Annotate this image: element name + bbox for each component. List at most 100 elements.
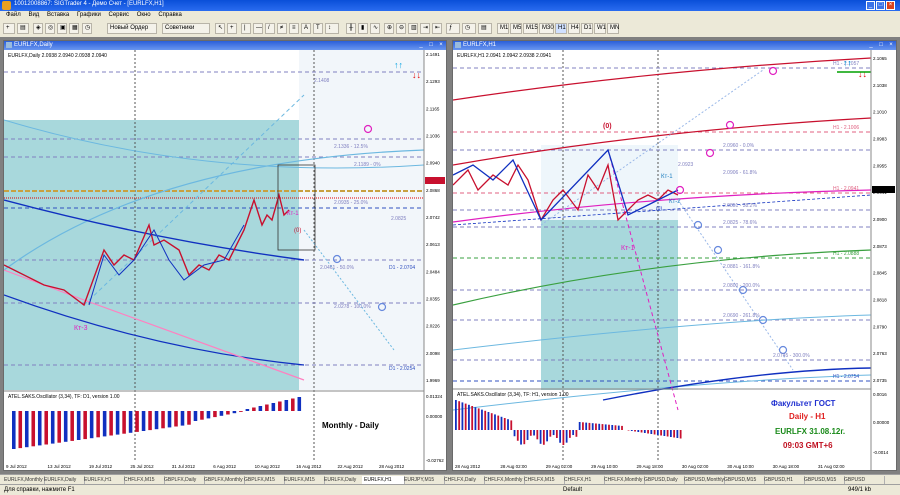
candles-icon[interactable]: ▮ bbox=[358, 23, 368, 34]
oscillator-bar bbox=[611, 425, 614, 430]
oscillator-bar bbox=[213, 411, 217, 418]
indicators-icon[interactable]: ƒ bbox=[446, 23, 460, 34]
text-icon[interactable]: A bbox=[301, 23, 311, 34]
oscillator-bar bbox=[575, 430, 578, 437]
window-minimize-button[interactable]: _ bbox=[417, 42, 425, 49]
tf-mn[interactable]: MN bbox=[607, 23, 619, 34]
zoom-in-icon[interactable]: ⊕ bbox=[384, 23, 394, 34]
menu-view[interactable]: Вид bbox=[28, 11, 39, 20]
autoscroll-icon[interactable]: ⇥ bbox=[420, 23, 430, 34]
expert-advisors-button[interactable]: Советники bbox=[162, 23, 210, 34]
chart-tab[interactable]: EURLFX,H1 bbox=[362, 476, 405, 484]
window-titlebar: EURLFX,Daily _ □ × bbox=[4, 41, 446, 50]
window-close-button[interactable]: × bbox=[437, 42, 445, 49]
cursor-icon[interactable]: ↖ bbox=[215, 23, 225, 34]
window-maximize-button[interactable]: □ bbox=[877, 42, 885, 49]
tf-m15[interactable]: M15 bbox=[523, 23, 538, 34]
market-watch-icon[interactable]: ◈ bbox=[33, 23, 43, 34]
chart-tab[interactable]: CHFLFX,M15 bbox=[122, 476, 165, 484]
chart-tab[interactable]: GBPLFX,Daily bbox=[162, 476, 205, 484]
chart-shift-icon[interactable]: ⇤ bbox=[432, 23, 442, 34]
profiles-icon[interactable]: ▤ bbox=[17, 23, 29, 34]
tf-h4[interactable]: H4 bbox=[568, 23, 580, 34]
vertical-line-icon[interactable]: | bbox=[241, 23, 251, 34]
tf-w1[interactable]: W1 bbox=[594, 23, 606, 34]
bar-chart-icon[interactable]: ╫ bbox=[346, 23, 356, 34]
tf-m5[interactable]: M5 bbox=[510, 23, 522, 34]
menu-help[interactable]: Справка bbox=[158, 11, 182, 20]
data-window-icon[interactable]: ◎ bbox=[45, 23, 55, 34]
chart-tab[interactable]: EURLFX,Daily bbox=[322, 476, 365, 484]
chart-tab[interactable]: GBPLFX,Monthly bbox=[202, 476, 245, 484]
chart-tab[interactable]: CHFLFX,Daily bbox=[442, 476, 485, 484]
horizontal-line-icon[interactable]: — bbox=[253, 23, 263, 34]
oscillator-bar bbox=[63, 411, 68, 442]
chart-tab[interactable]: EURLFX,H1 bbox=[82, 476, 125, 484]
chart-tab[interactable]: CHFLFX,M15 bbox=[522, 476, 565, 484]
chart-tab[interactable]: GBPLFX,M15 bbox=[242, 476, 285, 484]
chart-tab[interactable]: EURLFX,M15 bbox=[282, 476, 325, 484]
chart-tab[interactable]: EURLFX,Monthly bbox=[2, 476, 45, 484]
zero-label: (0) bbox=[656, 206, 662, 212]
menu-tools[interactable]: Сервис bbox=[108, 11, 129, 20]
chart-tab[interactable]: GBPUSD,M15 bbox=[722, 476, 765, 484]
chart-tab[interactable]: GBPUSD,M15 bbox=[802, 476, 845, 484]
chart-window-h1[interactable]: EURLFX,H1 _ □ × (0) Кт-1 Кт-1 Кт-2 (0) H… bbox=[452, 40, 897, 471]
minimize-button[interactable]: _ bbox=[866, 1, 875, 10]
window-title: EURLFX,H1 bbox=[463, 42, 497, 48]
window-title: EURLFX,Daily bbox=[14, 42, 53, 48]
chart-window-daily[interactable]: EURLFX,Daily _ □ × (0) Кт-1 Кт-3 2.1408 … bbox=[3, 40, 447, 471]
daily-chart[interactable]: (0) Кт-1 Кт-3 2.1408 2.1336 - 12.5% 2.11… bbox=[4, 50, 446, 470]
oscillator-bar bbox=[291, 398, 295, 411]
terminal-icon[interactable]: ▦ bbox=[69, 23, 79, 34]
maximize-button[interactable]: □ bbox=[876, 1, 885, 10]
history-icon[interactable]: ◷ bbox=[82, 23, 92, 34]
window-maximize-button[interactable]: □ bbox=[427, 42, 435, 49]
tf-h1[interactable]: H1 bbox=[555, 23, 567, 34]
chart-tab[interactable]: GBPUSD bbox=[842, 476, 885, 484]
menu-file[interactable]: Файл bbox=[6, 11, 21, 20]
tf-m1[interactable]: M1 bbox=[497, 23, 509, 34]
label-icon[interactable]: T bbox=[313, 23, 323, 34]
window-close-button[interactable]: × bbox=[887, 42, 895, 49]
status-bar: Для справки, нажмите F1 Default 949/1 kb bbox=[0, 484, 900, 495]
h1-chart[interactable]: (0) Кт-1 Кт-1 Кт-2 (0) H1 - 2.1057 H1 - … bbox=[453, 50, 896, 470]
templates-icon[interactable]: ▤ bbox=[478, 23, 492, 34]
chart-tab[interactable]: EURJPY,M15 bbox=[402, 476, 445, 484]
tf-m30[interactable]: M30 bbox=[539, 23, 554, 34]
oscillator-bar bbox=[643, 430, 646, 433]
periods-icon[interactable]: ◷ bbox=[462, 23, 476, 34]
window-minimize-button[interactable]: _ bbox=[867, 42, 875, 49]
new-chart-icon[interactable]: + bbox=[3, 23, 15, 34]
arrows-icon[interactable]: ↕ bbox=[325, 23, 339, 34]
oscillator-bar bbox=[161, 411, 165, 429]
chart-tab[interactable]: CHFLFX,H1 bbox=[562, 476, 605, 484]
line-chart-icon[interactable]: ∿ bbox=[370, 23, 380, 34]
chart-tab[interactable]: CHFLFX,Monthly bbox=[482, 476, 525, 484]
menu-window[interactable]: Окно bbox=[137, 11, 151, 20]
chart-tab[interactable]: GBPUSD,Monthly bbox=[682, 476, 725, 484]
fib-label: H1 - 2.0754 bbox=[833, 374, 859, 380]
price-tick: 2.0735 bbox=[873, 378, 887, 383]
oscillator-label: ATEL.SAKS.Oscillator (3,34), TF: D1, ver… bbox=[8, 394, 120, 400]
oscillator-bar bbox=[174, 411, 178, 427]
menu-charts[interactable]: Графики bbox=[77, 11, 101, 20]
tile-windows-icon[interactable]: ▥ bbox=[408, 23, 418, 34]
price-tick: 2.0940 bbox=[426, 161, 440, 166]
oscillator-bar bbox=[647, 430, 649, 434]
chart-tab[interactable]: CHFLFX,Monthly bbox=[602, 476, 645, 484]
channel-icon[interactable]: ≠ bbox=[277, 23, 287, 34]
menu-insert[interactable]: Вставка bbox=[47, 11, 69, 20]
crosshair-icon[interactable]: + bbox=[227, 23, 237, 34]
chart-tab[interactable]: GBPUSD,Daily bbox=[642, 476, 685, 484]
new-order-button[interactable]: Новый Ордер bbox=[107, 23, 157, 34]
close-button[interactable]: × bbox=[886, 1, 895, 10]
fibo-icon[interactable]: ≡ bbox=[289, 23, 299, 34]
trendline-icon[interactable]: / bbox=[265, 23, 275, 34]
navigator-icon[interactable]: ▣ bbox=[57, 23, 67, 34]
chart-tab[interactable]: EURLFX,Daily bbox=[42, 476, 85, 484]
chart-tab[interactable]: GBPUSD,H1 bbox=[762, 476, 805, 484]
zoom-out-icon[interactable]: ⊖ bbox=[396, 23, 406, 34]
tf-d1[interactable]: D1 bbox=[581, 23, 593, 34]
oscillator-bar bbox=[617, 425, 620, 430]
